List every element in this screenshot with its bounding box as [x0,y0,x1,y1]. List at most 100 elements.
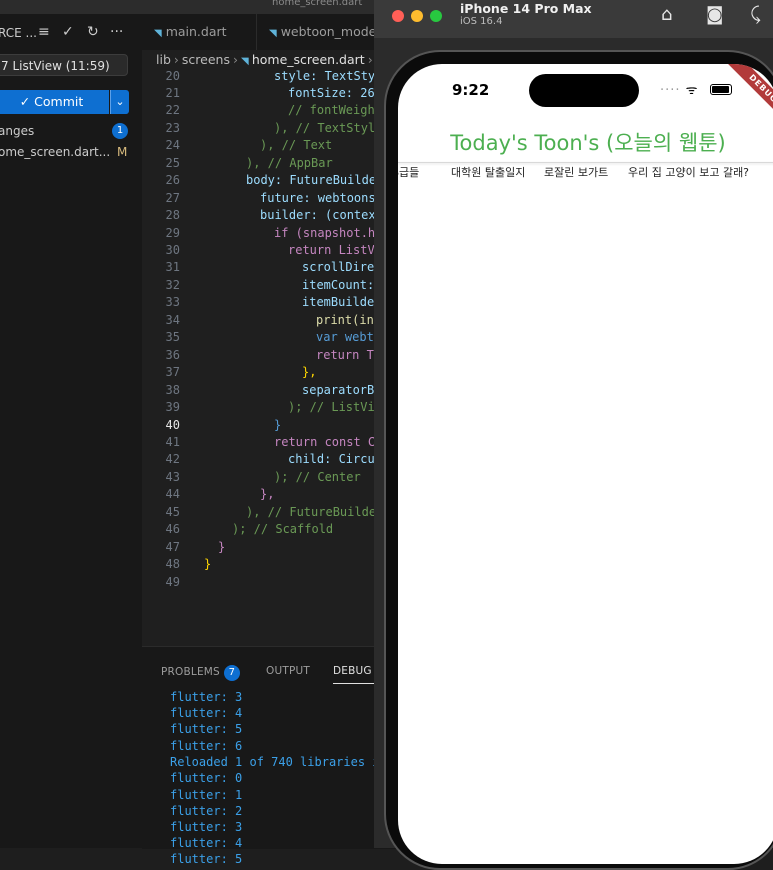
rotate-icon[interactable]: ⤹ [750,4,761,25]
console-line: flutter: 3 [170,820,243,834]
battery-level [712,86,729,93]
changed-file-item[interactable]: ome_screen.dart... M [0,144,142,164]
line-number: 49 [165,575,180,589]
line-number: 21 [165,86,180,100]
simulator-os-version: iOS 16.4 [460,16,503,27]
list-item[interactable]: 로잘린 보가트 [544,164,608,180]
check-icon[interactable]: ✓ [62,24,74,40]
refresh-icon[interactable]: ↻ [87,24,99,40]
file-status-badge: M [117,145,128,159]
console-line: flutter: 2 [170,804,243,818]
chevron-right-icon: › [173,52,179,67]
line-number: 31 [165,260,180,274]
console-line: flutter: 4 [170,706,243,720]
code-line: ); // Center [274,470,361,484]
close-window-button[interactable] [392,10,404,22]
code-line: return Te [316,348,382,362]
line-number: 47 [165,540,180,554]
line-number: 39 [165,400,180,414]
code-line: } [204,557,212,571]
dart-file-icon: ◥ [240,56,252,67]
changes-count-badge: 1 [112,123,128,139]
changed-file-name: ome_screen.dart... [0,145,111,159]
tab-main-dart[interactable]: ◥ main.dart [142,14,257,50]
line-number: 25 [165,156,180,170]
breadcrumb-lib[interactable]: lib [156,52,171,67]
line-number: 36 [165,348,180,362]
code-line: ), // FutureBuilder [246,505,384,519]
dynamic-island [529,74,639,107]
tab-problems[interactable]: PROBLEMS 7 [161,665,240,681]
minimize-window-button[interactable] [411,10,423,22]
phone-screen: 9:22 ···· ᯤ DEBUG Today's Toon's (오늘의 웹툰… [398,64,773,864]
line-number: 24 [165,138,180,152]
code-line: future: webtoons, [260,191,383,205]
code-line: builder: (context [260,208,383,222]
sidebar-title: RCE ... [0,26,37,40]
screenshot-icon[interactable]: ◙ [706,4,723,25]
line-number: 23 [165,121,180,135]
code-line: return const Cen [274,435,390,449]
line-number-current: 40 [165,418,180,432]
tab-label: webtoon_mode [280,24,377,39]
changes-section[interactable]: anges 1 [0,122,142,142]
source-control-sidebar: RCE ... ≡ ✓ ↻ ··· 7 ListView (11:59) ✓ C… [0,14,142,848]
code-line: } [274,418,282,432]
more-icon[interactable]: ··· [110,24,123,40]
window-title: home_screen.dart [272,0,363,8]
line-number: 32 [165,278,180,292]
problems-count-badge: 7 [223,665,240,681]
code-line: ), // TextStyle [274,121,383,135]
tab-output[interactable]: OUTPUT [266,665,310,677]
console-line: flutter: 5 [170,852,243,866]
line-number: 22 [165,103,180,117]
code-line: if (snapshot.has [274,226,390,240]
line-number: 38 [165,383,180,397]
code-line: ), // AppBar [246,156,333,170]
line-number: 28 [165,208,180,222]
line-number: 26 [165,173,180,187]
webtoon-horizontal-list[interactable]: S급들 대학원 탈출일지 로잘린 보가트 우리 집 고양이 보고 갈래? [398,164,773,182]
status-icons: ···· ᯤ [660,80,699,98]
list-item[interactable]: 대학원 탈출일지 [451,164,525,180]
signal-icon: ···· [660,83,681,98]
commit-dropdown-button[interactable]: ⌄ [110,90,129,114]
code-line: body: FutureBuilder( [246,173,391,187]
line-number: 30 [165,243,180,257]
commit-button[interactable]: ✓ Commit [0,90,109,114]
line-number: 33 [165,295,180,309]
line-number: 20 [165,69,180,83]
line-number: 27 [165,191,180,205]
console-line: flutter: 5 [170,722,243,736]
code-line: scrollDirec [302,260,382,274]
line-number: 48 [165,557,180,571]
breadcrumb-file[interactable]: home_screen.dart [252,52,365,67]
code-line: itemBuilder [302,295,382,309]
line-number: 35 [165,330,180,344]
console-line: flutter: 6 [170,739,243,753]
list-icon[interactable]: ≡ [38,24,50,40]
code-line: ); // Scaffold [232,522,334,536]
list-item[interactable]: S급들 [398,164,419,180]
home-icon[interactable]: ⌂ [661,4,672,25]
console-line: flutter: 1 [170,788,243,802]
code-line: var webto [316,330,382,344]
breadcrumb-screens[interactable]: screens [182,52,230,67]
app-bar-divider [398,162,773,163]
zoom-window-button[interactable] [430,10,442,22]
line-number: 37 [165,365,180,379]
tab-label: main.dart [165,24,227,39]
chevron-right-icon: › [367,52,373,67]
code-editor[interactable]: 20 style: TextStyle( 21 fontSize: 26, 22//… [142,68,397,598]
list-item[interactable]: 우리 집 고양이 보고 갈래? [628,164,749,180]
breadcrumb: lib › screens › ◥ home_screen.dart › [156,52,376,67]
commit-message-input[interactable]: 7 ListView (11:59) [0,54,128,76]
line-number: 45 [165,505,180,519]
line-number: 46 [165,522,180,536]
code-line: }, [260,487,275,501]
line-number: 44 [165,487,180,501]
line-number: 41 [165,435,180,449]
app-bar-title: Today's Toon's (오늘의 웹툰) [450,131,726,155]
changes-label: anges [0,124,35,138]
wifi-icon: ᯤ [685,83,699,98]
